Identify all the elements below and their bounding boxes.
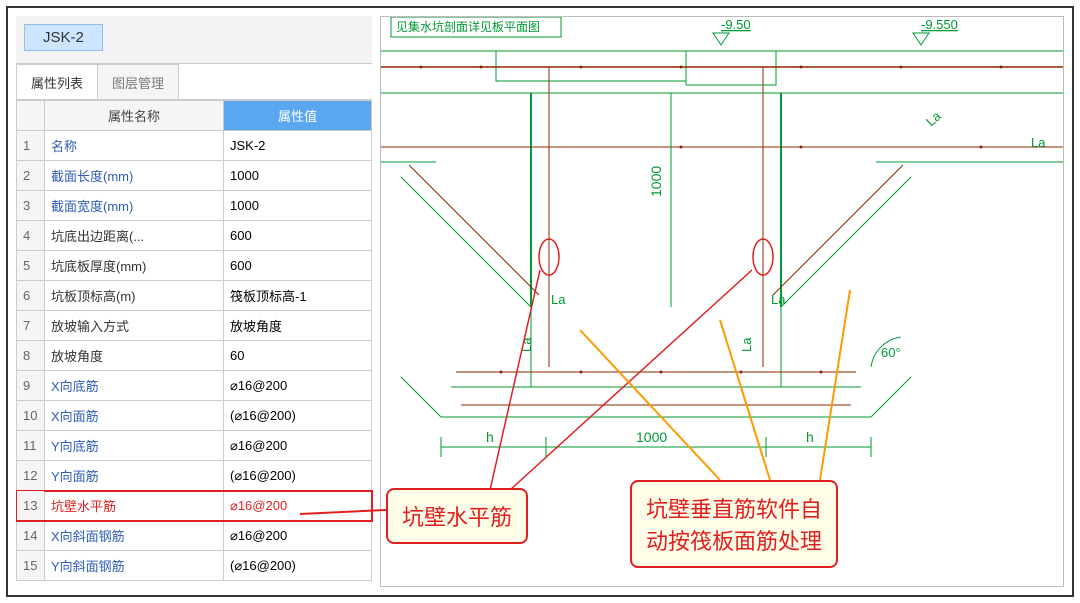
la2: La [771,292,786,307]
row-number: 15 [17,551,45,581]
tab-layers[interactable]: 图层管理 [97,64,179,99]
app-frame: JSK-2 属性列表 图层管理 属性名称 属性值 1名称JSK-22截面长度(m… [6,6,1074,597]
attr-name[interactable]: 放坡角度 [45,341,224,371]
attr-value[interactable]: 60 [224,341,372,371]
row-number: 14 [17,521,45,551]
table-row[interactable]: 15Y向斜面钢筋(⌀16@200) [17,551,372,581]
attr-name[interactable]: 截面长度(mm) [45,161,224,191]
dim-h2: h [806,429,814,445]
attr-value[interactable]: ⌀16@200 [224,521,372,551]
row-number: 8 [17,341,45,371]
attr-name[interactable]: 坑壁水平筋 [45,491,224,521]
col-rownum [17,101,45,131]
dim-1000h: 1000 [636,429,667,445]
dim-h1: h [486,429,494,445]
attr-name[interactable]: X向斜面钢筋 [45,521,224,551]
table-row[interactable]: 4坑底出边距离(...600 [17,221,372,251]
attr-value[interactable]: 1000 [224,161,372,191]
col-attr-name: 属性名称 [45,101,224,131]
table-row[interactable]: 14X向斜面钢筋⌀16@200 [17,521,372,551]
attr-name[interactable]: 名称 [45,131,224,161]
row-number: 1 [17,131,45,161]
attr-name[interactable]: 坑底板厚度(mm) [45,251,224,281]
table-row[interactable]: 13坑壁水平筋⌀16@200 [17,491,372,521]
row-number: 4 [17,221,45,251]
la4: La [739,337,754,352]
dim-1000v: 1000 [648,166,664,197]
attr-name[interactable]: 坑底出边距离(... [45,221,224,251]
elev-right: -9.550 [921,17,958,32]
component-name-bar: JSK-2 [16,16,372,64]
property-grid: 属性名称 属性值 1名称JSK-22截面长度(mm)10003截面宽度(mm)1… [16,100,372,581]
table-row[interactable]: 9X向底筋⌀16@200 [17,371,372,401]
elev-left: -9.50 [721,17,751,32]
attr-name[interactable]: X向面筋 [45,401,224,431]
attr-value[interactable]: 1000 [224,191,372,221]
attr-value[interactable]: (⌀16@200) [224,401,372,431]
table-row[interactable]: 8放坡角度60 [17,341,372,371]
row-number: 9 [17,371,45,401]
attr-value[interactable]: ⌀16@200 [224,431,372,461]
row-number: 3 [17,191,45,221]
attr-value[interactable]: 600 [224,221,372,251]
table-row[interactable]: 11Y向底筋⌀16@200 [17,431,372,461]
attr-name[interactable]: Y向面筋 [45,461,224,491]
component-name-selector[interactable]: JSK-2 [24,24,103,51]
row-number: 12 [17,461,45,491]
attr-name[interactable]: 截面宽度(mm) [45,191,224,221]
attr-name[interactable]: Y向底筋 [45,431,224,461]
attr-name[interactable]: 坑板顶标高(m) [45,281,224,311]
row-number: 10 [17,401,45,431]
table-row[interactable]: 5坑底板厚度(mm)600 [17,251,372,281]
attr-value[interactable]: JSK-2 [224,131,372,161]
table-row[interactable]: 7放坡输入方式放坡角度 [17,311,372,341]
row-number: 2 [17,161,45,191]
row-number: 7 [17,311,45,341]
attr-value[interactable]: 600 [224,251,372,281]
drawing-title: 见集水坑剖面详见板平面图 [396,19,540,34]
attr-value[interactable]: (⌀16@200) [224,551,372,581]
tab-bar: 属性列表 图层管理 [16,64,372,100]
table-row[interactable]: 2截面长度(mm)1000 [17,161,372,191]
tab-properties[interactable]: 属性列表 [16,64,98,99]
property-panel: JSK-2 属性列表 图层管理 属性名称 属性值 1名称JSK-22截面长度(m… [16,16,372,587]
attr-value[interactable]: ⌀16@200 [224,371,372,401]
attr-value[interactable]: 筏板顶标高-1 [224,281,372,311]
attr-value[interactable]: (⌀16@200) [224,461,372,491]
attr-name[interactable]: Y向斜面钢筋 [45,551,224,581]
row-number: 6 [17,281,45,311]
la6: La [1031,135,1046,150]
la1: La [551,292,566,307]
row-number: 13 [17,491,45,521]
attr-value[interactable]: ⌀16@200 [224,491,372,521]
attr-name[interactable]: 放坡输入方式 [45,311,224,341]
row-number: 11 [17,431,45,461]
table-row[interactable]: 12Y向面筋(⌀16@200) [17,461,372,491]
table-row[interactable]: 3截面宽度(mm)1000 [17,191,372,221]
attr-value[interactable]: 放坡角度 [224,311,372,341]
table-row[interactable]: 6坑板顶标高(m)筏板顶标高-1 [17,281,372,311]
callout-left: 坑壁水平筋 [386,488,528,544]
col-attr-value: 属性值 [224,101,372,131]
row-number: 5 [17,251,45,281]
la5: La [923,108,944,129]
callout-right: 坑壁垂直筋软件自 动按筏板面筋处理 [630,480,838,568]
table-row[interactable]: 1名称JSK-2 [17,131,372,161]
attr-name[interactable]: X向底筋 [45,371,224,401]
la3: La [519,337,534,352]
angle: 60° [881,345,901,360]
table-row[interactable]: 10X向面筋(⌀16@200) [17,401,372,431]
